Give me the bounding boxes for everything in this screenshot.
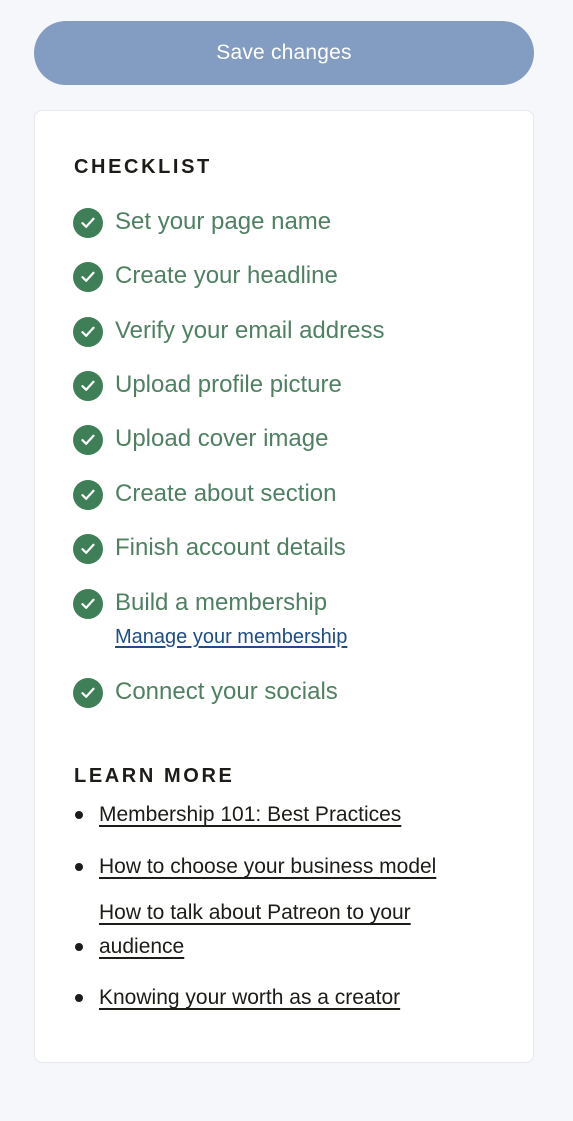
check-circle-icon (73, 534, 103, 564)
check-circle-icon (73, 262, 103, 292)
checklist-item-label: Create about section (115, 480, 337, 507)
checklist-item-label: Build a membership (115, 589, 328, 616)
bullet-dot-icon (75, 811, 83, 819)
knowing-your-worth-link[interactable]: Knowing your worth as a creator (99, 981, 489, 1015)
check-circle-icon (73, 678, 103, 708)
checklist-item-label: Upload cover image (115, 425, 329, 452)
bullet-dot-icon (75, 943, 83, 951)
bullet-dot-icon (75, 863, 83, 871)
check-circle-icon (73, 480, 103, 510)
talk-about-patreon-link[interactable]: How to talk about Patreon to your audien… (99, 896, 469, 964)
check-circle-icon (73, 371, 103, 401)
check-circle-icon (73, 425, 103, 455)
manage-membership-link[interactable]: Manage your membership (115, 625, 347, 649)
checklist-item-label: Upload profile picture (115, 371, 342, 398)
check-circle-icon (73, 208, 103, 238)
check-circle-icon (73, 317, 103, 347)
checklist-item-label: Create your headline (115, 262, 338, 289)
check-circle-icon (73, 589, 103, 619)
checklist-item-label: Finish account details (115, 534, 346, 561)
checklist-item-label: Verify your email address (115, 317, 385, 344)
bullet-dot-icon (75, 994, 83, 1002)
save-changes-button[interactable]: Save changes (34, 21, 534, 85)
checklist-item-label: Set your page name (115, 208, 332, 235)
checklist-heading: CHECKLIST (74, 156, 212, 178)
checklist-card: CHECKLIST Set your page name Create your… (34, 110, 534, 1063)
learn-more-heading: LEARN MORE (74, 765, 235, 787)
checklist-item-label: Connect your socials (115, 678, 338, 705)
business-model-link[interactable]: How to choose your business model (99, 850, 489, 884)
membership-101-link[interactable]: Membership 101: Best Practices (99, 798, 489, 832)
